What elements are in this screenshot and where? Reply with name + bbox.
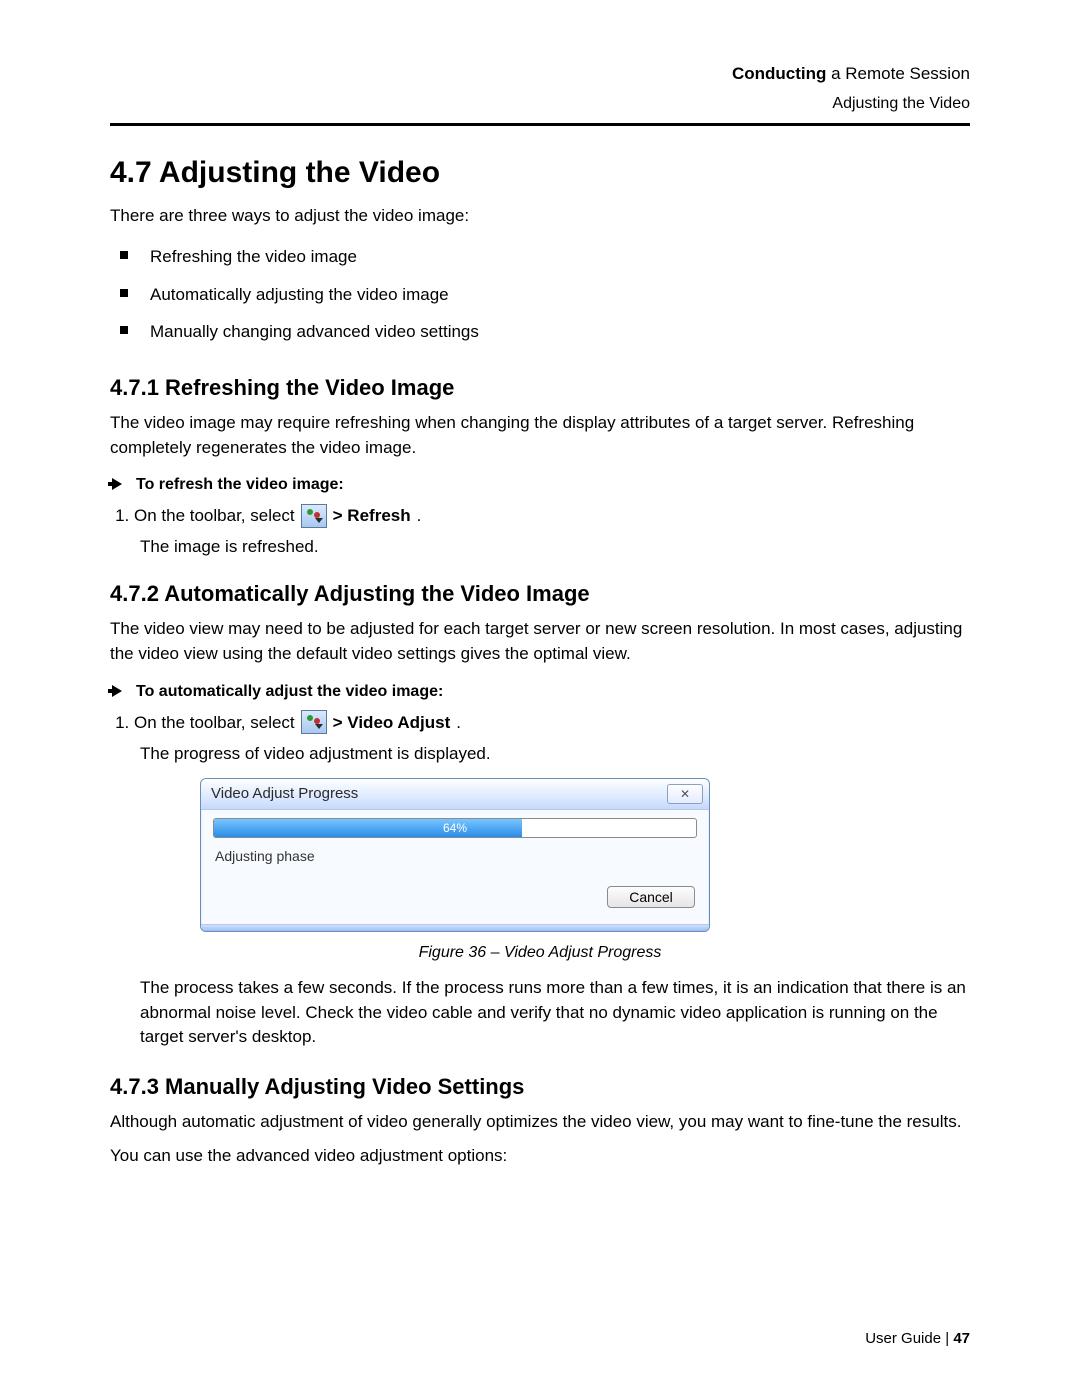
instr-title-auto: To automatically adjust the video image: [110,683,970,701]
steps-auto: On the toolbar, select > Video Adjust. [110,709,970,736]
dialog-actions: Cancel [213,886,697,912]
settings-dropdown-icon [301,710,327,734]
step-text-post: > Refresh [333,502,411,529]
dialog-status: Adjusting phase [215,848,695,864]
step-item: On the toolbar, select > Refresh. [134,502,970,529]
step-text-post: > Video Adjust [333,709,451,736]
header-rule [110,123,970,126]
video-adjust-dialog: Video Adjust Progress ✕ 64% Adjusting ph… [200,778,710,932]
followup-4-7-2: The process takes a few seconds. If the … [140,976,970,1050]
page-number: 47 [953,1330,970,1347]
progress-label: 64% [214,819,696,837]
footer-label: User Guide | [865,1330,953,1347]
bullet-list-4-7: Refreshing the video image Automatically… [110,238,970,351]
header-crumb-bold: Conducting [732,64,826,83]
bullet-item: Manually changing advanced video setting… [110,313,970,351]
close-button[interactable]: ✕ [667,784,703,804]
step-text-pre: On the toolbar, select [134,709,295,736]
dialog-bottom-edge [201,924,709,931]
cancel-button[interactable]: Cancel [607,886,695,908]
step-result-refresh: The image is refreshed. [140,537,970,557]
para-4-7-1: The video image may require refreshing w… [110,411,970,460]
step-text-pre: On the toolbar, select [134,502,295,529]
figure-36: Video Adjust Progress ✕ 64% Adjusting ph… [200,778,710,932]
intro-4-7: There are three ways to adjust the video… [110,204,970,229]
settings-dropdown-icon [301,504,327,528]
header-sub: Adjusting the Video [110,91,970,117]
bullet-item: Refreshing the video image [110,238,970,276]
step-text-dot: . [417,502,422,529]
steps-refresh: On the toolbar, select > Refresh. [110,502,970,529]
step-text-dot: . [456,709,461,736]
figure-caption: Figure 36 – Video Adjust Progress [110,944,970,962]
page: Conducting a Remote Session Adjusting th… [0,0,1080,1397]
step-result-auto: The progress of video adjustment is disp… [140,744,970,764]
instr-title-refresh: To refresh the video image: [110,476,970,494]
heading-4-7-3: 4.7.3 Manually Adjusting Video Settings [110,1074,970,1100]
para1-4-7-3: Although automatic adjustment of video g… [110,1110,970,1135]
step-item: On the toolbar, select > Video Adjust. [134,709,970,736]
bullet-item: Automatically adjusting the video image [110,276,970,314]
progress-bar: 64% [213,818,697,838]
heading-4-7-1: 4.7.1 Refreshing the Video Image [110,375,970,401]
para2-4-7-3: You can use the advanced video adjustmen… [110,1144,970,1169]
dialog-title: Video Adjust Progress [211,785,358,802]
dialog-body: 64% Adjusting phase Cancel [201,810,709,924]
running-header: Conducting a Remote Session Adjusting th… [110,60,970,117]
heading-4-7-2: 4.7.2 Automatically Adjusting the Video … [110,581,970,607]
header-crumb-rest: a Remote Session [826,64,970,83]
dialog-titlebar: Video Adjust Progress ✕ [201,779,709,810]
para-4-7-2: The video view may need to be adjusted f… [110,617,970,666]
footer: User Guide | 47 [865,1330,970,1347]
heading-4-7: 4.7 Adjusting the Video [110,156,970,190]
